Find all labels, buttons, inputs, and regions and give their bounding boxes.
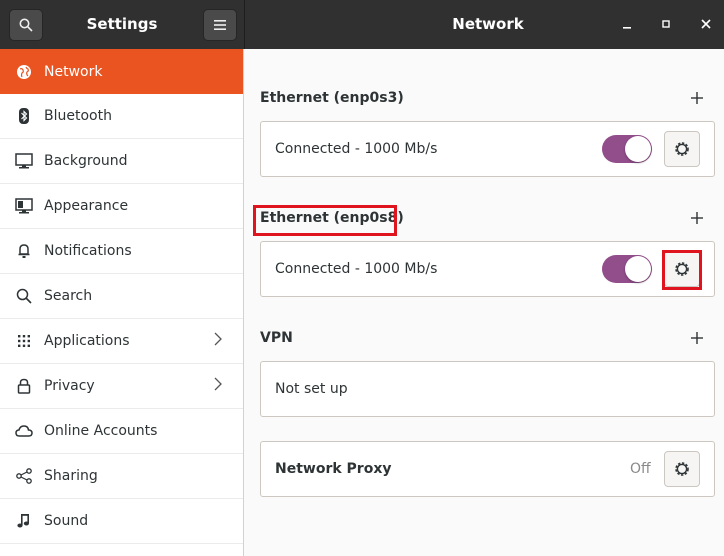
sidebar-item-online-accounts[interactable]: Online Accounts [0, 409, 243, 454]
network-proxy-card[interactable]: Network Proxy Off [260, 441, 715, 497]
lock-icon [14, 376, 34, 396]
vpn-heading: VPN [260, 330, 293, 346]
vpn-card: Not set up [260, 361, 715, 417]
sidebar-item-appearance[interactable]: Appearance [0, 184, 243, 229]
network-proxy-settings-button[interactable] [664, 451, 700, 487]
close-icon [701, 19, 711, 29]
bell-icon [14, 241, 34, 261]
network-proxy-state: Off [630, 461, 651, 477]
ethernet-enp0s8-heading-highlight [253, 205, 397, 236]
add-ethernet-enp0s3-button[interactable] [689, 91, 705, 107]
search-icon [19, 18, 33, 32]
chevron-right-icon [214, 332, 222, 350]
close-button[interactable] [696, 14, 716, 34]
sidebar-item-label: Privacy [44, 378, 95, 394]
grid-icon [14, 331, 34, 351]
sidebar-item-label: Bluetooth [44, 108, 112, 124]
music-note-icon [14, 511, 34, 531]
sidebar-item-sound[interactable]: Sound [0, 499, 243, 544]
network-proxy-label: Network Proxy [275, 461, 392, 477]
appearance-icon [14, 196, 34, 216]
ethernet-enp0s3-card: Connected - 1000 Mb/s [260, 121, 715, 177]
ethernet-enp0s3-heading: Ethernet (enp0s3) [260, 90, 404, 106]
ethernet-enp0s8-toggle[interactable] [602, 255, 652, 283]
maximize-icon [662, 20, 670, 28]
chevron-right-icon [214, 377, 222, 395]
sidebar-item-applications[interactable]: Applications [0, 319, 243, 364]
background-icon [14, 151, 34, 171]
add-vpn-button[interactable] [689, 331, 705, 347]
ethernet-enp0s8-card: Connected - 1000 Mb/s [260, 241, 715, 297]
search-icon [14, 286, 34, 306]
search-button[interactable] [9, 9, 43, 41]
toggle-knob [625, 136, 651, 162]
sidebar-item-label: Sharing [44, 468, 98, 484]
network-icon [14, 62, 34, 82]
ethernet-enp0s3-toggle[interactable] [602, 135, 652, 163]
sidebar-item-sharing[interactable]: Sharing [0, 454, 243, 499]
gear-icon [675, 462, 689, 476]
sidebar-item-label: Applications [44, 333, 130, 349]
sidebar-item-label: Background [44, 153, 128, 169]
sidebar-item-search[interactable]: Search [0, 274, 243, 319]
ethernet-enp0s8-status: Connected - 1000 Mb/s [275, 261, 438, 277]
share-icon [14, 466, 34, 486]
page-title: Network [452, 15, 524, 33]
ethernet-enp0s8-settings-highlight [662, 250, 702, 290]
ethernet-enp0s3-settings-button[interactable] [664, 131, 700, 167]
sidebar-item-label: Online Accounts [44, 423, 158, 439]
sidebar-item-network[interactable]: Network [0, 49, 243, 94]
sidebar-item-bluetooth[interactable]: Bluetooth [0, 94, 243, 139]
minimize-icon [623, 27, 631, 29]
add-ethernet-enp0s8-button[interactable] [689, 211, 705, 227]
sidebar-item-label: Sound [44, 513, 89, 529]
sidebar-item-label: Notifications [44, 243, 132, 259]
toggle-knob [625, 256, 651, 282]
hamburger-icon [214, 20, 226, 30]
plus-icon [691, 92, 703, 104]
settings-title: Settings [86, 15, 158, 33]
bluetooth-icon [14, 106, 34, 126]
sidebar-item-label: Appearance [44, 198, 129, 214]
sidebar: Network Bluetooth Background Appearance … [0, 49, 244, 556]
cloud-icon [14, 421, 34, 441]
gear-icon [675, 142, 689, 156]
maximize-button[interactable] [656, 14, 676, 34]
sidebar-item-label: Network [44, 63, 103, 80]
sidebar-item-privacy[interactable]: Privacy [0, 364, 243, 409]
header-bar: Settings Network [0, 0, 724, 49]
network-panel: Ethernet (enp0s3) Connected - 1000 Mb/s … [245, 49, 724, 556]
vpn-status: Not set up [275, 381, 348, 397]
sidebar-item-label: Search [44, 288, 93, 304]
plus-icon [691, 332, 703, 344]
main-menu-button[interactable] [203, 9, 237, 41]
ethernet-enp0s3-status: Connected - 1000 Mb/s [275, 141, 438, 157]
plus-icon [691, 212, 703, 224]
minimize-button[interactable] [617, 14, 637, 34]
sidebar-item-notifications[interactable]: Notifications [0, 229, 243, 274]
sidebar-item-background[interactable]: Background [0, 139, 243, 184]
